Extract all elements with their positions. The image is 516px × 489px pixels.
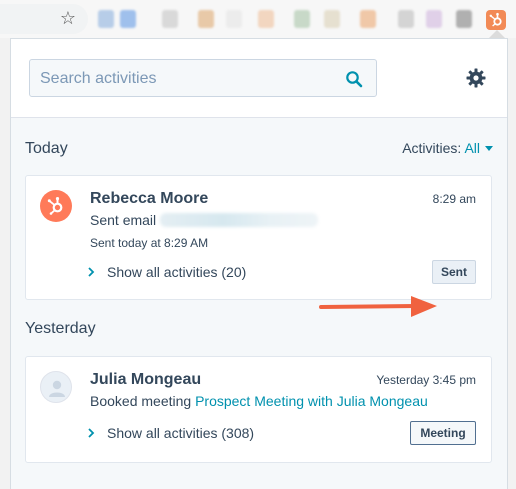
extension-icon[interactable] xyxy=(360,10,376,28)
extension-icon[interactable] xyxy=(324,10,340,28)
meeting-link[interactable]: Prospect Meeting with Julia Mongeau xyxy=(195,393,428,409)
search-icon[interactable] xyxy=(345,70,363,88)
show-all-activities-link[interactable]: Show all activities (308) xyxy=(88,425,255,441)
extension-icon[interactable] xyxy=(198,10,214,28)
activity-time: Yesterday 3:45 pm xyxy=(376,373,476,387)
extension-icon[interactable] xyxy=(398,10,414,28)
status-badge: Meeting xyxy=(410,421,476,445)
hubspot-extension-icon[interactable] xyxy=(486,10,506,30)
hubspot-avatar-icon xyxy=(40,190,72,222)
filter-value[interactable]: All xyxy=(464,140,480,156)
search-input[interactable] xyxy=(40,69,330,89)
extension-icons-strip xyxy=(98,10,478,28)
annotation-arrow-icon xyxy=(319,296,437,317)
extension-icon[interactable] xyxy=(162,10,178,28)
activity-card: Julia Mongeau Yesterday 3:45 pm Booked m… xyxy=(25,356,492,463)
gear-icon[interactable] xyxy=(466,68,486,88)
extension-icon[interactable] xyxy=(258,10,274,28)
bookmark-star-icon[interactable]: ☆ xyxy=(58,9,78,29)
redacted-email xyxy=(160,213,319,227)
activity-time: 8:29 am xyxy=(432,192,476,206)
sent-note: Sent today at 8:29 AM xyxy=(90,236,209,250)
search-box[interactable] xyxy=(29,59,377,97)
activity-action: Sent email xyxy=(90,212,157,228)
show-all-label: Show all activities (20) xyxy=(107,264,247,280)
filter-label: Activities: xyxy=(402,140,462,156)
activity-description: Sent email xyxy=(90,212,319,228)
popup-pointer xyxy=(489,30,505,38)
section-heading-yesterday: Yesterday xyxy=(25,320,96,337)
show-all-label: Show all activities (308) xyxy=(107,425,255,441)
browser-toolbar: ☆ xyxy=(0,0,516,38)
person-avatar-icon xyxy=(40,371,72,403)
chevron-down-icon[interactable] xyxy=(485,146,493,151)
section-heading-today: Today xyxy=(25,140,68,157)
activity-description: Booked meeting Prospect Meeting with Jul… xyxy=(90,393,428,409)
activity-card: Rebecca Moore 8:29 am Sent email Sent to… xyxy=(25,175,492,300)
show-all-activities-link[interactable]: Show all activities (20) xyxy=(88,264,247,280)
extension-icon[interactable] xyxy=(120,10,136,28)
extension-icon[interactable] xyxy=(294,10,310,28)
activity-action: Booked meeting xyxy=(90,393,192,409)
extension-icon[interactable] xyxy=(98,10,114,28)
status-badge: Sent xyxy=(432,260,476,284)
activities-filter[interactable]: Activities: All xyxy=(402,140,493,156)
contact-name[interactable]: Rebecca Moore xyxy=(90,190,208,208)
chevron-right-icon xyxy=(88,267,95,277)
contact-name[interactable]: Julia Mongeau xyxy=(90,371,201,389)
page-backdrop-left xyxy=(0,38,10,489)
page-backdrop-right xyxy=(508,38,516,489)
activities-popup: Today Activities: All Rebecca Moore 8:29… xyxy=(10,38,508,489)
extension-icon[interactable] xyxy=(226,10,242,28)
popup-header xyxy=(11,39,507,118)
extension-icon[interactable] xyxy=(456,10,472,28)
chevron-right-icon xyxy=(88,428,95,438)
extension-icon[interactable] xyxy=(426,10,442,28)
